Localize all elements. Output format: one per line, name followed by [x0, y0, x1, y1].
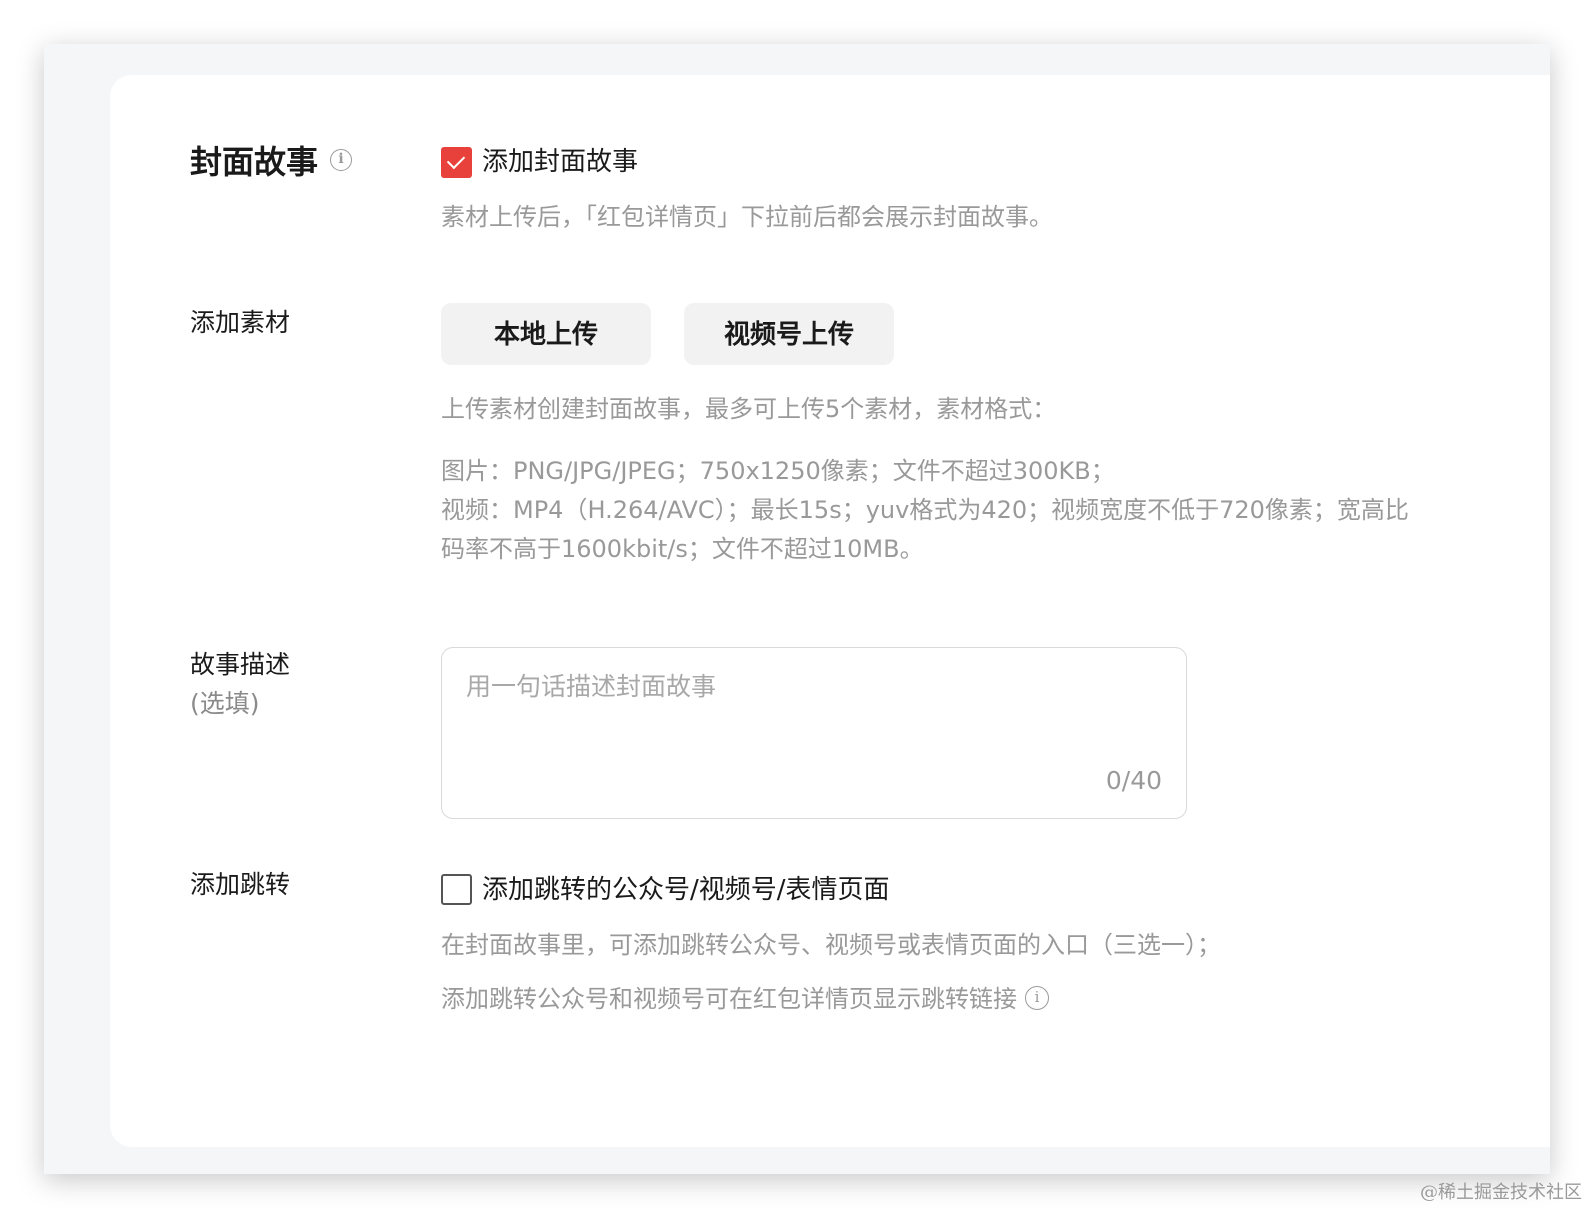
add-jump-label: 添加跳转	[190, 870, 291, 899]
story-desc-optional: (选填)	[190, 689, 260, 718]
add-jump-hint-2: 添加跳转公众号和视频号可在红包详情页显示跳转链接 i	[441, 980, 1049, 1018]
app-window: 封面故事 i 添加封面故事 素材上传后，「红包详情页」下拉前后都会展示封面故事。 …	[44, 44, 1550, 1174]
story-desc-textarea[interactable]: 用一句话描述封面故事 0/40	[441, 647, 1187, 819]
channel-upload-button[interactable]: 视频号上传	[684, 303, 894, 365]
form-card: 封面故事 i 添加封面故事 素材上传后，「红包详情页」下拉前后都会展示封面故事。 …	[110, 75, 1550, 1147]
material-hint-video: 视频：MP4（H.264/AVC）；最长15s；yuv格式为420；视频宽度不低…	[441, 496, 1409, 524]
cover-story-checkbox[interactable]	[441, 147, 472, 178]
add-jump-hint-2-text: 添加跳转公众号和视频号可在红包详情页显示跳转链接	[441, 985, 1017, 1013]
material-hint-image: 图片：PNG/JPG/JPEG；750x1250像素；文件不超过300KB；	[441, 457, 1115, 485]
cover-story-label-text: 封面故事	[190, 143, 319, 181]
cover-story-label: 封面故事 i	[190, 141, 353, 183]
info-icon[interactable]: i	[1025, 986, 1049, 1010]
add-jump-checkbox-label[interactable]: 添加跳转的公众号/视频号/表情页面	[482, 873, 890, 907]
add-jump-checkbox[interactable]	[441, 874, 472, 905]
material-hint-intro: 上传素材创建封面故事，最多可上传5个素材，素材格式：	[441, 395, 1057, 423]
story-desc-placeholder: 用一句话描述封面故事	[466, 672, 717, 701]
add-jump-hint-1: 在封面故事里，可添加跳转公众号、视频号或表情页面的入口（三选一）；	[441, 931, 1221, 959]
char-counter: 0/40	[1105, 766, 1162, 795]
add-material-label: 添加素材	[190, 308, 291, 337]
story-desc-label: 故事描述	[190, 650, 291, 679]
material-hint-bitrate: 码率不高于1600kbit/s；文件不超过10MB。	[441, 535, 924, 563]
cover-story-checkbox-label[interactable]: 添加封面故事	[482, 145, 638, 179]
cover-story-hint: 素材上传后，「红包详情页」下拉前后都会展示封面故事。	[441, 203, 1053, 231]
local-upload-button[interactable]: 本地上传	[441, 303, 651, 365]
watermark: @稀土掘金技术社区	[1420, 1182, 1582, 1203]
info-icon[interactable]: i	[330, 149, 353, 171]
